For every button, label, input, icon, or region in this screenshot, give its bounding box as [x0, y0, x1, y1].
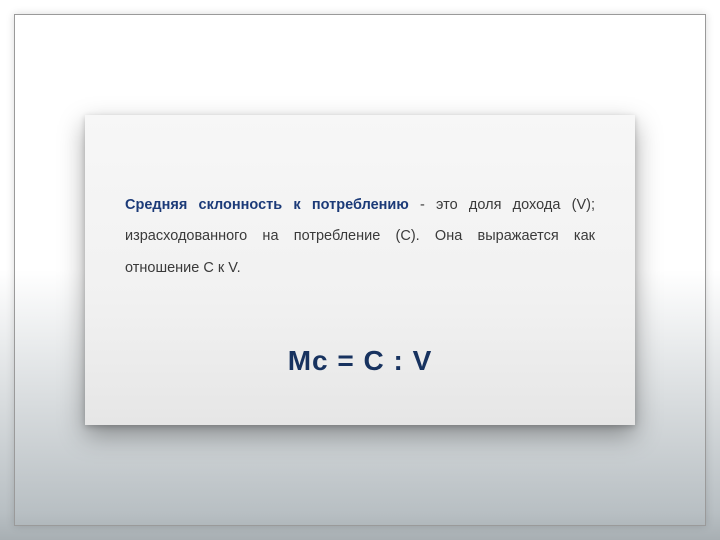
- slide-page: Средняя склонность к потреблению - это д…: [0, 0, 720, 540]
- term: Средняя склонность к потреблению: [125, 197, 409, 213]
- slide-frame: Средняя склонность к потреблению - это д…: [14, 14, 706, 526]
- content-card: Средняя склонность к потреблению - это д…: [85, 115, 635, 425]
- formula: Mc = C : V: [125, 345, 595, 377]
- definition-paragraph: Средняя склонность к потреблению - это д…: [125, 190, 595, 286]
